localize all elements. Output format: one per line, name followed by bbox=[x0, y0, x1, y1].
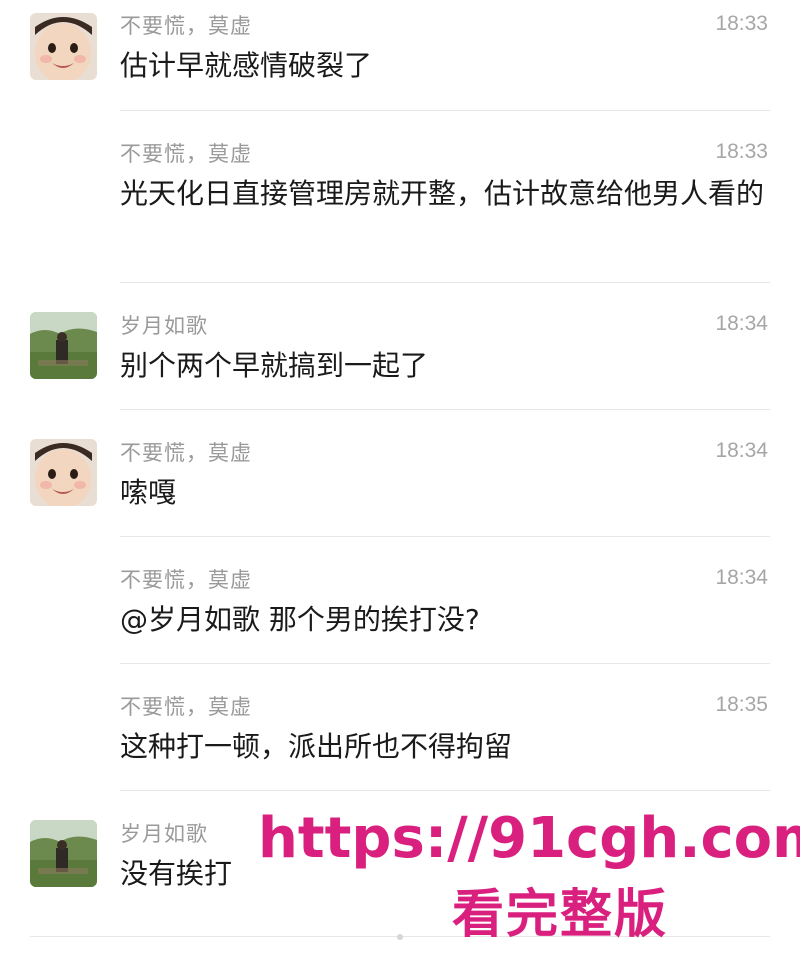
message-text: 估计早就感情破裂了 bbox=[120, 49, 373, 82]
message-time: 18:33 bbox=[715, 140, 768, 163]
message-time: 18:34 bbox=[715, 566, 768, 589]
sender-name: 岁月如歌 bbox=[120, 822, 208, 846]
chat-history: 不要慌，莫虚 18:33 估计早就感情破裂了 不要慌，莫虚 18:33 光天化日… bbox=[0, 0, 800, 953]
sender-name: 不要慌，莫虚 bbox=[120, 695, 252, 719]
message-time: 18:33 bbox=[715, 12, 768, 35]
sender-name: 不要慌，莫虚 bbox=[120, 441, 252, 465]
divider bbox=[120, 790, 770, 791]
divider bbox=[120, 536, 770, 537]
divider bbox=[120, 663, 770, 664]
landscape-avatar[interactable] bbox=[30, 820, 97, 887]
message-text: 别个两个早就搞到一起了 bbox=[120, 349, 429, 382]
baby-avatar[interactable] bbox=[30, 13, 97, 80]
divider bbox=[120, 110, 770, 111]
sender-name: 不要慌，莫虚 bbox=[120, 568, 252, 592]
watermark-url: https://91cgh.com bbox=[258, 806, 800, 871]
divider bbox=[120, 282, 770, 283]
message-text: @岁月如歌 那个男的挨打没? bbox=[120, 603, 480, 636]
message-text: 这种打一顿，派出所也不得拘留 bbox=[120, 730, 513, 763]
divider bbox=[120, 409, 770, 410]
message-text: 嗦嘎 bbox=[120, 476, 177, 509]
sender-name: 岁月如歌 bbox=[120, 314, 208, 338]
message-text: 光天化日直接管理房就开整，估计故意给他男人看的 bbox=[120, 177, 765, 210]
scroll-indicator bbox=[397, 934, 403, 940]
sender-name: 不要慌，莫虚 bbox=[120, 142, 252, 166]
sender-name: 不要慌，莫虚 bbox=[120, 14, 252, 38]
landscape-avatar[interactable] bbox=[30, 312, 97, 379]
baby-avatar[interactable] bbox=[30, 439, 97, 506]
message-time: 18:34 bbox=[715, 439, 768, 462]
message-time: 18:34 bbox=[715, 312, 768, 335]
watermark-subtitle: 看完整版 bbox=[452, 885, 669, 945]
message-time: 18:35 bbox=[715, 693, 768, 716]
